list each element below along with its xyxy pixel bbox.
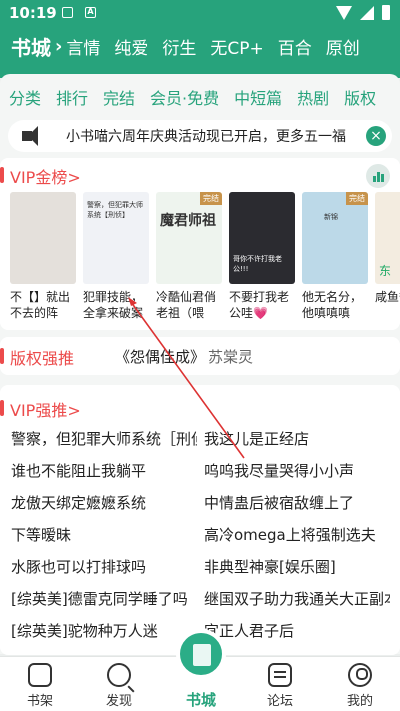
chat-icon xyxy=(268,663,292,687)
user-icon xyxy=(348,663,372,687)
nav-me[interactable]: 我的 xyxy=(330,663,390,709)
bookshelf-icon xyxy=(28,663,52,687)
nav-bookstore[interactable] xyxy=(176,629,226,679)
nav-discover[interactable]: 发现 xyxy=(89,663,149,709)
nav-label: 发现 xyxy=(105,694,132,709)
nav-label-bookstore: 书城 xyxy=(185,691,216,709)
bottom-nav: 书架 发现 书城 论坛 我的 xyxy=(0,629,400,711)
nav-label: 我的 xyxy=(346,694,373,709)
nav-label: 论坛 xyxy=(266,694,293,709)
book-icon xyxy=(193,644,211,666)
nav-bookshelf[interactable]: 书架 xyxy=(10,663,70,709)
nav-forum[interactable]: 论坛 xyxy=(250,663,310,709)
annotation-arrow xyxy=(128,297,245,459)
nav-label: 书架 xyxy=(26,694,53,709)
search-icon xyxy=(107,663,131,687)
